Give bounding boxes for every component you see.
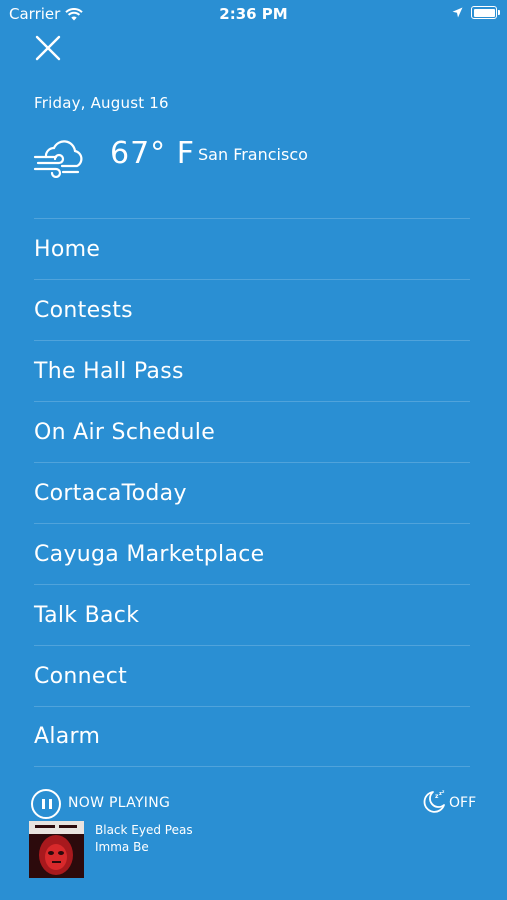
menu-item-label: Connect [34,663,128,689]
pause-button[interactable] [31,789,61,819]
now-playing-label: NOW PLAYING [68,795,171,811]
album-cover-image [29,821,84,878]
menu-item-alarm[interactable]: Alarm [34,706,470,767]
navigation-menu: Home Contests The Hall Pass On Air Sched… [34,218,470,767]
status-right [452,6,500,19]
menu-item-on-air-schedule[interactable]: On Air Schedule [34,401,470,462]
menu-item-contests[interactable]: Contests [34,279,470,340]
location-arrow-icon [452,7,463,18]
menu-item-label: Alarm [34,724,101,749]
menu-item-label: Home [34,236,101,262]
album-art[interactable] [29,821,84,878]
menu-item-connect[interactable]: Connect [34,645,470,706]
current-date: Friday, August 16 [34,94,169,112]
menu-item-talk-back[interactable]: Talk Back [34,584,470,645]
menu-item-cortaca-today[interactable]: CortacaToday [34,462,470,523]
menu-item-label: CortacaToday [34,480,187,506]
temperature: 67° F [110,136,195,171]
pause-icon [42,799,45,809]
artist-name: Black Eyed Peas [95,823,193,837]
close-icon [35,35,61,61]
menu-item-label: Cayuga Marketplace [34,541,265,567]
status-time: 2:36 PM [219,5,288,23]
menu-item-label: The Hall Pass [34,358,184,384]
track-title: Imma Be [95,840,149,854]
weather-widget: 67° F San Francisco [32,132,472,182]
menu-item-home[interactable]: Home [34,218,470,279]
sleep-timer-label: OFF [449,795,477,811]
now-playing-bar: NOW PLAYING z z z OFF Black Eyed Peas Im… [0,780,507,900]
battery-icon [471,6,500,19]
pause-icon-bar [49,799,52,809]
close-button[interactable] [32,32,64,64]
windy-cloud-icon [33,140,83,178]
moon-zzz-icon: z z z [423,789,445,813]
menu-item-label: Talk Back [34,602,140,628]
menu-item-label: Contests [34,297,133,323]
menu-item-label: On Air Schedule [34,419,216,445]
svg-text:z: z [442,789,445,794]
city-name: San Francisco [198,145,308,164]
sleep-timer-button[interactable]: z z z OFF [421,789,476,815]
menu-item-hall-pass[interactable]: The Hall Pass [34,340,470,401]
menu-item-cayuga-marketplace[interactable]: Cayuga Marketplace [34,523,470,584]
status-bar: Carrier 2:36 PM [0,0,507,28]
